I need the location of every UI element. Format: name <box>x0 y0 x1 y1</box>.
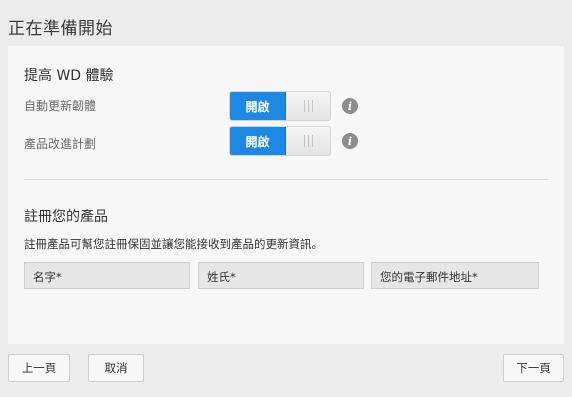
toggle-on-label: 開啟 <box>230 127 286 155</box>
auto-update-firmware-toggle[interactable]: 開啟 <box>230 92 330 120</box>
next-button[interactable]: 下一頁 <box>503 354 564 382</box>
setup-panel: 提高 WD 體驗 自動更新韌體 開啟 i 產品改進計劃 開啟 i 註冊您的產品 … <box>8 46 564 344</box>
page-title: 正在準備開始 <box>8 19 113 39</box>
improve-section-title: 提高 WD 體驗 <box>24 68 114 84</box>
info-icon[interactable]: i <box>342 98 358 114</box>
product-improvement-label: 產品改進計劃 <box>24 137 97 151</box>
first-name-field[interactable]: 名字* <box>24 262 190 289</box>
toggle-on-label: 開啟 <box>230 92 286 120</box>
back-button[interactable]: 上一頁 <box>8 354 70 382</box>
last-name-field[interactable]: 姓氏* <box>198 262 364 289</box>
register-description: 註冊產品可幫您註冊保固並讓您能接收到產品的更新資訊。 <box>24 237 323 251</box>
email-field[interactable]: 您的電子郵件地址* <box>371 262 539 289</box>
product-improvement-toggle[interactable]: 開啟 <box>230 127 330 155</box>
register-section-title: 註冊您的產品 <box>24 209 108 225</box>
section-divider <box>24 179 548 180</box>
info-icon[interactable]: i <box>342 133 358 149</box>
toggle-grip <box>286 127 330 155</box>
toggle-grip <box>286 92 330 120</box>
cancel-button[interactable]: 取消 <box>88 354 144 382</box>
auto-update-firmware-label: 自動更新韌體 <box>24 99 97 113</box>
